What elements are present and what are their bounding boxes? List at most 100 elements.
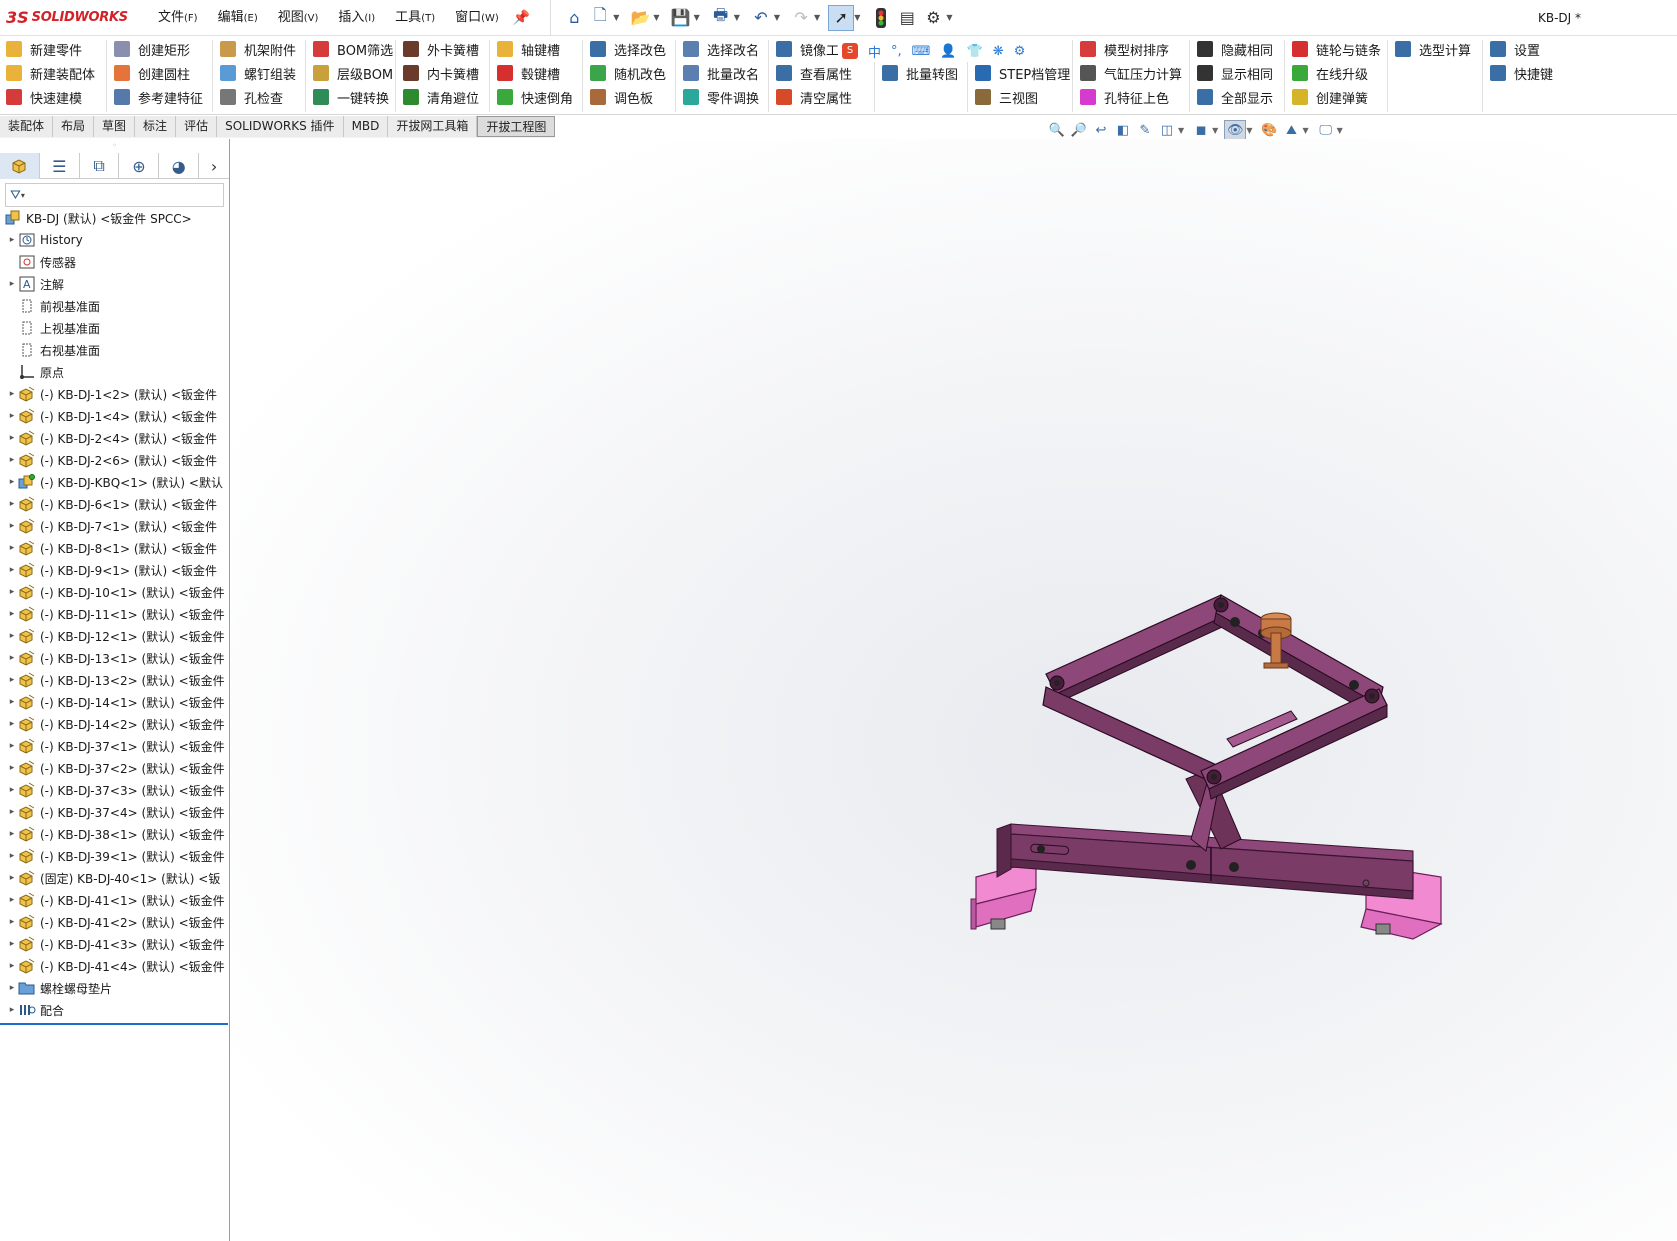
command-button[interactable]: 全部显示 [1197,86,1273,108]
expand-chevron-icon[interactable]: ▸ [6,411,18,421]
command-button[interactable]: 批量改名 [683,62,759,84]
expand-chevron-icon[interactable]: ▸ [6,499,18,509]
tree-node[interactable]: ▸ (-) KB-DJ-8<1> (默认) <钣金件 [0,537,229,559]
edit-appearance-icon[interactable]: 🎨 [1258,120,1280,140]
file-properties-icon[interactable]: ▤ [894,5,920,31]
command-button[interactable]: 批量转图 [882,62,958,84]
apply-scene-icon[interactable]: ⛰ [1280,120,1302,140]
tree-node[interactable]: ▸ (-) KB-DJ-10<1> (默认) <钣金件 [0,581,229,603]
expand-chevron-icon[interactable]: ▸ [6,565,18,575]
open-dropdown-icon[interactable]: ▼ [653,13,659,22]
expand-chevron-icon[interactable]: ▸ [6,873,18,883]
command-button[interactable]: 孔检查 [220,86,283,108]
expand-chevron-icon[interactable]: ▸ [6,763,18,773]
tree-node[interactable]: ▸ (-) KB-DJ-14<2> (默认) <钣金件 [0,713,229,735]
expand-chevron-icon[interactable]: ▸ [6,609,18,619]
home-icon[interactable]: ⌂ [561,5,587,31]
expand-chevron-icon[interactable]: ▸ [6,697,18,707]
tab-9[interactable]: 开拔工程图 [477,116,556,137]
solidworks-logo[interactable]: 3S SOLIDWORKS [6,8,136,27]
tree-node[interactable]: ▸ (-) KB-DJ-37<3> (默认) <钣金件 [0,779,229,801]
select-pointer-icon[interactable]: ➚ [828,4,855,31]
expand-chevron-icon[interactable]: ▸ [6,653,18,663]
command-button[interactable]: 创建弹簧 [1292,86,1368,108]
tree-filter[interactable]: ⛛ ▾ [5,183,224,207]
command-button[interactable]: 模型树排序 [1080,38,1169,60]
command-button[interactable]: 清角避位 [403,86,479,108]
view-orientation-icon[interactable]: ◫ [1156,120,1178,140]
tree-node[interactable]: 传感器 [0,251,229,273]
command-button[interactable]: 创建矩形 [114,38,190,60]
tree-node[interactable]: ▸ (-) KB-DJ-41<2> (默认) <钣金件 [0,911,229,933]
ime-punctuation-icon[interactable]: °, [891,44,902,59]
expand-chevron-icon[interactable]: ▸ [6,719,18,729]
tree-node[interactable]: ▸ (-) KB-DJ-39<1> (默认) <钣金件 [0,845,229,867]
tree-node[interactable]: ▸ (-) KB-DJ-37<2> (默认) <钣金件 [0,757,229,779]
panel-grip[interactable]: ◦ [0,139,229,153]
tree-root[interactable]: KB-DJ (默认) <钣金件 SPCC> [0,207,229,229]
hide-show-dropdown-icon[interactable]: ▼ [1246,126,1252,135]
expand-chevron-icon[interactable]: ▸ [6,675,18,685]
expand-chevron-icon[interactable]: ▸ [6,961,18,971]
menu-item[interactable]: 工具(T) [385,0,445,36]
command-button[interactable]: 镜像工 [776,38,839,60]
command-button[interactable]: BOM筛选 [313,38,393,60]
command-button[interactable]: 新建零件 [6,38,82,60]
command-button[interactable]: 选择改名 [683,38,759,60]
command-button[interactable]: 气缸压力计算 [1080,62,1182,84]
tree-node[interactable]: ▸ (-) KB-DJ-6<1> (默认) <钣金件 [0,493,229,515]
tree-node[interactable]: ▸ (-) KB-DJ-12<1> (默认) <钣金件 [0,625,229,647]
command-button[interactable]: 参考建特征 [114,86,203,108]
menu-item[interactable]: 文件(F) [148,0,208,36]
ime-toolbar[interactable]: S 中 °, ⌨ 👤 👕 ❋ ⚙ [838,40,1030,62]
tree-node[interactable]: ▸ (-) KB-DJ-7<1> (默认) <钣金件 [0,515,229,537]
display-manager-icon[interactable]: ◕ [159,153,200,179]
command-button[interactable]: 孔特征上色 [1080,86,1169,108]
tree-node[interactable]: ▸ (-) KB-DJ-2<4> (默认) <钣金件 [0,427,229,449]
command-button[interactable]: 显示相同 [1197,62,1273,84]
section-view-icon[interactable]: ◧ [1112,120,1134,140]
tree-node[interactable]: ▸ History [0,229,229,251]
tree-node[interactable]: ▸ (-) KB-DJ-38<1> (默认) <钣金件 [0,823,229,845]
command-button[interactable]: 三视图 [975,86,1038,108]
command-button[interactable]: 一键转换 [313,86,389,108]
panel-more-chevron-icon[interactable]: › [199,153,229,179]
command-button[interactable]: 轴键槽 [497,38,560,60]
view-settings-dropdown-icon[interactable]: ▼ [1337,126,1343,135]
command-button[interactable]: 链轮与链条 [1292,38,1381,60]
command-button[interactable]: 选择改色 [590,38,666,60]
new-dropdown-icon[interactable]: ▼ [613,13,619,22]
configuration-manager-icon[interactable]: ⧉ [80,153,120,179]
zoom-area-icon[interactable]: 🔎 [1068,120,1090,140]
tab-4[interactable]: 标注 [135,116,177,137]
open-icon[interactable]: 📂 [627,5,653,31]
feature-manager-icon[interactable] [0,153,40,179]
undo-dropdown-icon[interactable]: ▼ [774,13,780,22]
tree-node[interactable]: ▸ 螺栓螺母垫片 [0,977,229,999]
tree-node[interactable]: 上视基准面 [0,317,229,339]
tab-5[interactable]: 评估 [176,116,218,137]
scissor-arms[interactable] [1042,594,1388,800]
command-button[interactable]: 随机改色 [590,62,666,84]
expand-chevron-icon[interactable]: ▸ [6,631,18,641]
tree-node[interactable]: ▸ 配合 [0,999,229,1021]
ime-user-icon[interactable]: 👤 [940,44,956,59]
view-orientation-dropdown-icon[interactable]: ▼ [1178,126,1184,135]
tab-6[interactable]: SOLIDWORKS 插件 [217,116,344,137]
command-button[interactable]: 层级BOM [313,62,393,84]
command-button[interactable]: 快速建模 [6,86,82,108]
tree-node[interactable]: 右视基准面 [0,339,229,361]
expand-chevron-icon[interactable]: ▸ [6,939,18,949]
expand-chevron-icon[interactable]: ▸ [6,895,18,905]
hide-show-icon[interactable]: 👁 [1224,120,1247,140]
options-gear-icon[interactable]: ⚙ [920,5,946,31]
apply-scene-dropdown-icon[interactable]: ▼ [1302,126,1308,135]
tree-node[interactable]: 前视基准面 [0,295,229,317]
expand-chevron-icon[interactable]: ▸ [6,785,18,795]
command-button[interactable]: 设置 [1490,38,1540,60]
command-button[interactable]: 内卡簧槽 [403,62,479,84]
menu-item[interactable]: 插入(I) [328,0,385,36]
command-button[interactable]: 选型计算 [1395,38,1471,60]
expand-chevron-icon[interactable]: ▸ [6,521,18,531]
command-button[interactable]: STEP档管理 [975,62,1070,84]
